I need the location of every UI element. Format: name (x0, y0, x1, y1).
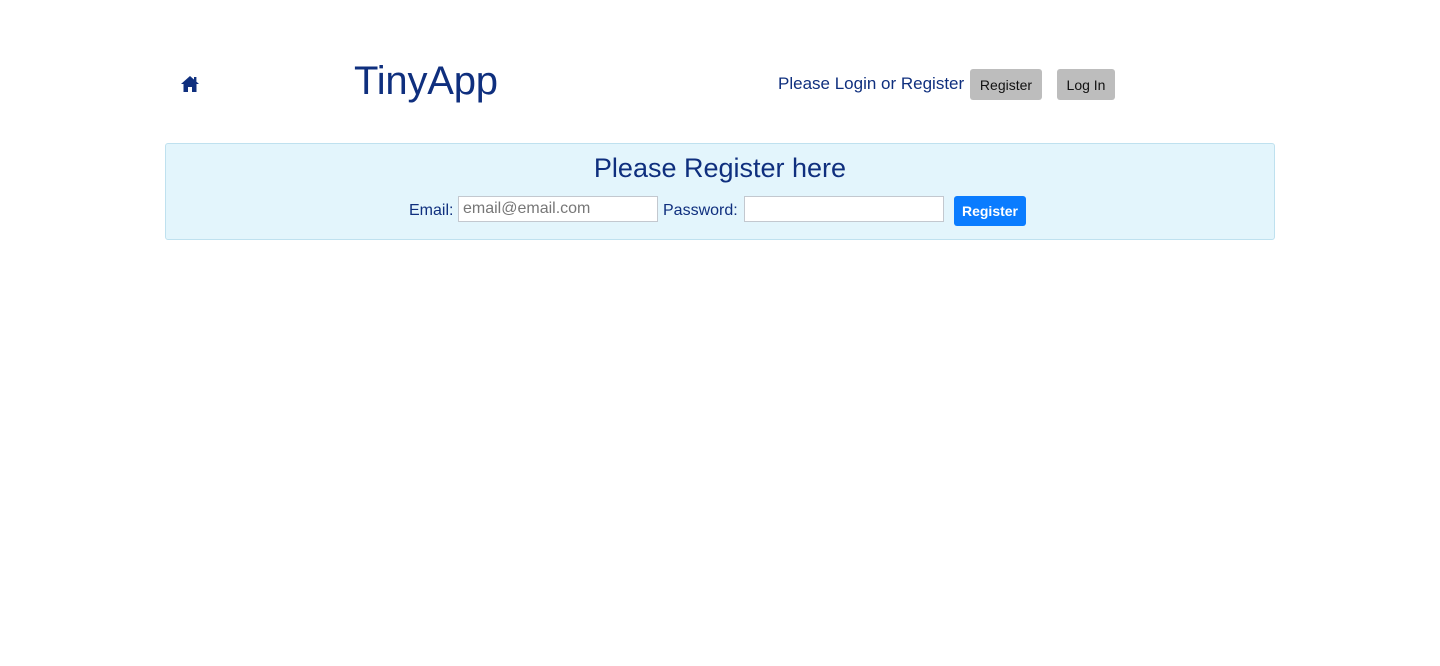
app-title: TinyApp (354, 59, 498, 103)
register-submit-button[interactable]: Register (954, 196, 1026, 226)
login-register-prompt: Please Login or Register (778, 74, 965, 93)
register-heading: Please Register here (593, 153, 847, 183)
home-link[interactable] (179, 73, 201, 95)
nav-register-button[interactable]: Register (970, 69, 1042, 100)
email-label: Email: (409, 202, 454, 219)
register-form: Email: Password: Register (166, 196, 1274, 228)
email-field[interactable] (458, 196, 658, 222)
nav-login-button[interactable]: Log In (1057, 69, 1115, 100)
password-label: Password: (663, 202, 738, 219)
home-icon (180, 75, 200, 93)
password-field[interactable] (744, 196, 944, 222)
register-panel: Please Register here Email: Password: Re… (165, 143, 1275, 240)
